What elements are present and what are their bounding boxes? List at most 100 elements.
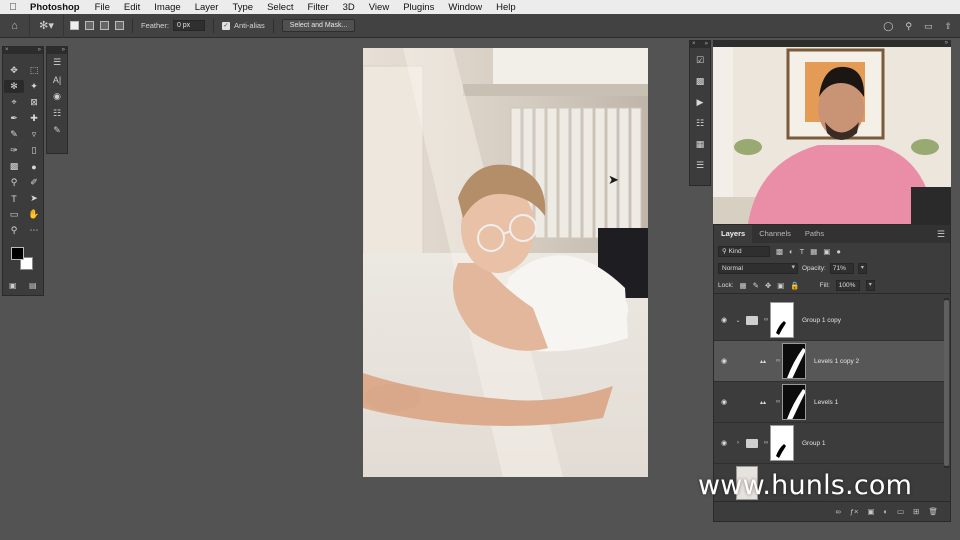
filter-smart-object-icon[interactable]: ▣ <box>823 247 830 256</box>
layer-row-group-1-copy[interactable]: ◉ ⌄ ∞ Group 1 copy <box>714 300 944 341</box>
frame-tool-icon[interactable]: ⊠ <box>24 96 44 109</box>
menu-filter[interactable]: Filter <box>300 2 335 13</box>
filter-shape-icon[interactable]: ▦ <box>810 247 817 256</box>
blend-mode-select[interactable]: Normal <box>718 263 798 274</box>
right-panel-header[interactable]: » <box>713 40 951 47</box>
opacity-dropdown-icon[interactable]: ▾ <box>857 263 867 274</box>
expand-chevron-right-icon[interactable]: › <box>734 440 742 446</box>
healing-brush-tool-icon[interactable]: ✚ <box>24 112 44 125</box>
blur-tool-icon[interactable]: ● <box>24 160 44 173</box>
quick-selection-tool-icon[interactable]: ✦ <box>24 80 44 93</box>
filter-type-icon[interactable]: T <box>800 247 805 256</box>
pen-tool-icon[interactable]: ✐ <box>24 176 44 189</box>
hand-tool-icon[interactable]: ✋ <box>24 208 44 221</box>
menu-view[interactable]: View <box>362 2 396 13</box>
menu-help[interactable]: Help <box>489 2 523 13</box>
history-icon[interactable]: ☑ <box>690 52 710 69</box>
color-icon[interactable]: ◉ <box>47 88 67 105</box>
expand-chevron-down-icon[interactable]: ⌄ <box>734 317 742 324</box>
libraries-icon[interactable]: ▩ <box>690 73 710 90</box>
layers-scrollbar[interactable] <box>944 298 949 468</box>
menu-image[interactable]: Image <box>147 2 187 13</box>
layer-mask-thumbnail[interactable] <box>770 302 794 338</box>
path-selection-tool-icon[interactable]: ➤ <box>24 192 44 205</box>
menu-window[interactable]: Window <box>441 2 489 13</box>
menu-file[interactable]: File <box>88 2 117 13</box>
menu-edit[interactable]: Edit <box>117 2 147 13</box>
eraser-tool-icon[interactable]: ▯ <box>24 144 44 157</box>
lock-all-icon[interactable]: 🔒 <box>790 281 799 290</box>
feather-input[interactable]: 0 px <box>172 20 205 31</box>
adjustments-icon[interactable]: ☰ <box>47 54 67 71</box>
tab-layers[interactable]: Layers <box>714 225 753 243</box>
new-adjustment-icon[interactable]: ◐ <box>884 507 889 516</box>
lock-image-icon[interactable]: ✎ <box>753 281 759 290</box>
layer-mask-thumbnail[interactable] <box>770 425 794 461</box>
mask-link-icon[interactable]: ∞ <box>774 399 782 405</box>
apple-icon[interactable]:  <box>0 2 26 13</box>
filter-kind-select[interactable]: ⚲ Kind <box>718 246 770 257</box>
layer-row-levels-1[interactable]: ◉ ▴▴ ∞ Levels 1 <box>714 382 944 423</box>
fill-dropdown-icon[interactable]: ▾ <box>865 279 875 291</box>
mask-link-icon[interactable]: ∞ <box>762 440 770 446</box>
menu-plugins[interactable]: Plugins <box>396 2 441 13</box>
lock-position-icon[interactable]: ✥ <box>765 281 771 290</box>
character-icon[interactable]: A| <box>47 71 67 88</box>
fill-input[interactable]: 100% <box>835 279 860 291</box>
strip-header-right[interactable]: ×» <box>690 41 710 48</box>
properties-panel-icon[interactable]: ☷ <box>690 115 710 132</box>
intersect-selection-icon[interactable] <box>115 21 124 30</box>
type-tool-icon[interactable]: T <box>4 192 24 205</box>
tools-panel-header[interactable]: ×» <box>3 47 43 54</box>
select-and-mask-button[interactable]: Select and Mask... <box>281 19 356 32</box>
visibility-eye-icon[interactable]: ◉ <box>714 316 734 324</box>
share-icon[interactable]: ◯ <box>883 21 893 32</box>
history-brush-tool-icon[interactable]: ✑ <box>4 144 24 157</box>
mask-link-icon[interactable]: ∞ <box>762 317 770 323</box>
layer-row-group-1[interactable]: ◉ › ∞ Group 1 <box>714 423 944 464</box>
eyedropper-tool-icon[interactable]: ✒ <box>4 112 24 125</box>
info-icon[interactable]: ☰ <box>690 157 710 174</box>
menu-type[interactable]: Type <box>225 2 260 13</box>
new-group-icon[interactable]: ▭ <box>897 507 904 516</box>
properties-icon[interactable]: ☷ <box>47 105 67 122</box>
workspace-icon[interactable]: ▭ <box>924 21 933 32</box>
layer-style-icon[interactable]: ƒ× <box>850 507 859 516</box>
more-tools-icon[interactable]: ⋯ <box>24 224 44 237</box>
visibility-eye-icon[interactable]: ◉ <box>714 439 734 447</box>
lock-transparent-icon[interactable]: ▦ <box>740 281 747 290</box>
brush-tool-icon[interactable]: ✎ <box>4 128 24 141</box>
add-to-selection-icon[interactable] <box>85 21 94 30</box>
layers-scrollbar-thumb[interactable] <box>944 300 949 466</box>
layer-row-levels-1-copy-2[interactable]: ◉ ▴▴ ∞ Levels 1 copy 2 <box>714 341 944 382</box>
rectangle-tool-icon[interactable]: ▭ <box>4 208 24 221</box>
delete-layer-icon[interactable]: 🗑 <box>928 507 938 516</box>
crop-tool-icon[interactable]: ⌖ <box>4 96 24 109</box>
quick-mask-icon[interactable]: ▣ <box>9 281 17 290</box>
filter-pixel-icon[interactable]: ▩ <box>776 247 783 256</box>
mask-link-icon[interactable]: ∞ <box>774 358 782 364</box>
filter-toggle-icon[interactable]: ● <box>836 247 841 256</box>
screen-mode-icon[interactable]: ▤ <box>29 281 37 290</box>
lasso-tool-icon[interactable]: ✻ <box>4 80 24 93</box>
dodge-tool-icon[interactable]: ⚲ <box>4 176 24 189</box>
lock-artboard-icon[interactable]: ▣ <box>777 281 784 290</box>
filter-adjustment-icon[interactable]: ◐ <box>789 247 794 256</box>
new-selection-icon[interactable] <box>70 21 79 30</box>
clone-stamp-tool-icon[interactable]: ▿ <box>24 128 44 141</box>
visibility-eye-icon[interactable]: ◉ <box>714 357 734 365</box>
polygonal-lasso-tool-preset-icon[interactable]: ✻▾ <box>30 13 64 38</box>
tab-paths[interactable]: Paths <box>798 225 831 243</box>
navigator-icon[interactable]: ▦ <box>690 136 710 153</box>
gradient-tool-icon[interactable]: ▩ <box>4 160 24 173</box>
menu-app-name[interactable]: Photoshop <box>26 2 88 13</box>
menu-3d[interactable]: 3D <box>336 2 362 13</box>
new-layer-icon[interactable]: ⊞ <box>913 507 919 516</box>
menu-select[interactable]: Select <box>260 2 300 13</box>
marquee-tool-icon[interactable]: ⬚ <box>24 64 44 77</box>
layer-mask-thumbnail[interactable] <box>782 343 806 379</box>
add-mask-icon[interactable]: ▣ <box>867 507 874 516</box>
search-icon[interactable]: ⚲ <box>905 21 912 32</box>
opacity-input[interactable]: 71% <box>829 263 854 274</box>
foreground-color-swatch[interactable] <box>11 247 24 260</box>
